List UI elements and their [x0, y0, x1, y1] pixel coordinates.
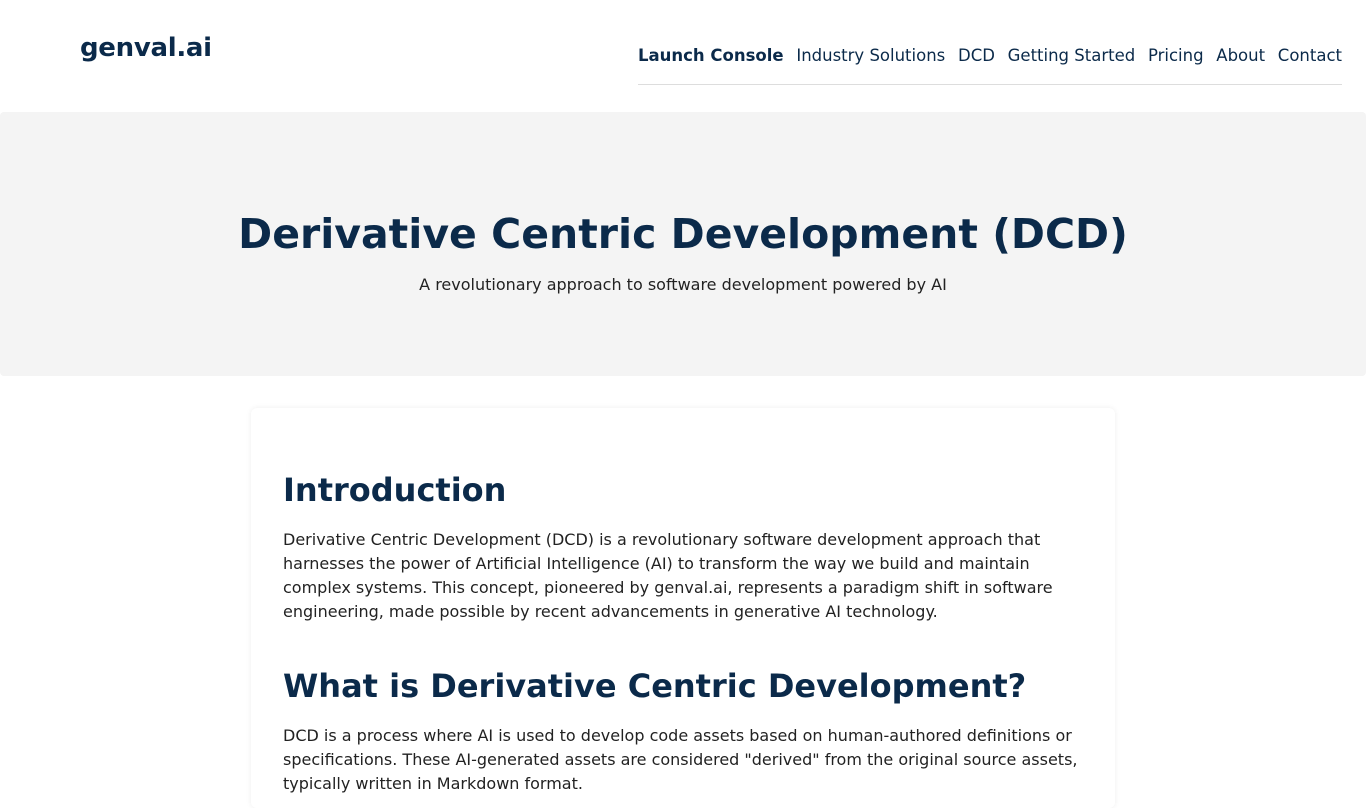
intro-paragraph: Derivative Centric Development (DCD) is …	[283, 530, 1053, 621]
hero-subtitle: A revolutionary approach to software dev…	[419, 275, 947, 294]
nav-contact[interactable]: Contact	[1278, 44, 1342, 68]
nav-dcd[interactable]: DCD	[958, 44, 995, 68]
nav-pricing[interactable]: Pricing	[1148, 44, 1204, 68]
nav-industry-solutions[interactable]: Industry Solutions	[796, 44, 945, 68]
hero-title: Derivative Centric Development (DCD)	[238, 210, 1128, 258]
what-is-dcd-paragraph: DCD is a process where AI is used to dev…	[283, 726, 1078, 793]
site-header: genval.ai Launch Console Industry Soluti…	[0, 0, 1366, 112]
nav-getting-started[interactable]: Getting Started	[1008, 44, 1136, 68]
main-nav: Launch Console Industry Solutions DCD Ge…	[638, 44, 1342, 85]
nav-launch-console[interactable]: Launch Console	[638, 44, 784, 68]
what-is-dcd-heading: What is Derivative Centric Development?	[283, 667, 1027, 705]
intro-heading: Introduction	[283, 471, 507, 509]
content-card: Introduction Derivative Centric Developm…	[251, 408, 1115, 808]
logo[interactable]: genval.ai	[80, 33, 212, 63]
hero-section: Derivative Centric Development (DCD) A r…	[0, 112, 1366, 376]
nav-about[interactable]: About	[1216, 44, 1265, 68]
